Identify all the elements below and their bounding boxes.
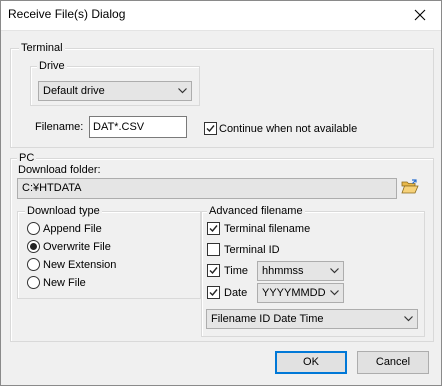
terminal-id-checkbox[interactable] bbox=[207, 243, 220, 256]
date-label: Date bbox=[224, 287, 248, 299]
terminal-filename-checkbox[interactable] bbox=[207, 222, 220, 235]
radio-append-file[interactable] bbox=[27, 222, 40, 235]
drive-group-label: Drive bbox=[37, 60, 67, 72]
terminal-group-label: Terminal bbox=[19, 42, 65, 54]
close-button[interactable] bbox=[398, 0, 442, 30]
close-icon bbox=[414, 9, 426, 21]
continue-label: Continue when not available bbox=[219, 123, 358, 135]
filename-label: Filename: bbox=[35, 121, 84, 133]
date-format-select[interactable]: YYYYMMDD bbox=[257, 283, 344, 303]
pc-group-label: PC bbox=[17, 152, 37, 164]
cancel-button[interactable]: Cancel bbox=[357, 351, 429, 374]
time-checkbox[interactable] bbox=[207, 264, 220, 277]
title-bar: Receive File(s) Dialog bbox=[0, 0, 442, 31]
checkmark-icon bbox=[206, 125, 215, 133]
advanced-filename-label: Advanced filename bbox=[207, 205, 305, 217]
radio-new-extension-label: New Extension bbox=[43, 259, 117, 271]
ok-button[interactable]: OK bbox=[275, 351, 347, 374]
continue-checkbox[interactable] bbox=[204, 122, 217, 135]
drive-select[interactable]: Default drive bbox=[38, 81, 192, 101]
time-label: Time bbox=[224, 265, 249, 277]
radio-new-file-label: New File bbox=[43, 277, 86, 289]
time-format-value: hhmmss bbox=[262, 265, 304, 277]
radio-overwrite-file[interactable] bbox=[27, 240, 40, 253]
terminal-filename-label: Terminal filename bbox=[224, 223, 311, 235]
checkmark-icon bbox=[209, 289, 218, 297]
radio-overwrite-file-label: Overwrite File bbox=[43, 241, 111, 253]
radio-new-extension[interactable] bbox=[27, 258, 40, 271]
radio-selected-dot bbox=[30, 243, 37, 250]
filename-order-select[interactable]: Filename ID Date Time bbox=[206, 309, 418, 329]
download-folder-value: C:¥HTDATA bbox=[22, 182, 82, 194]
chevron-down-icon bbox=[404, 316, 413, 322]
browse-folder-button[interactable] bbox=[401, 179, 421, 199]
download-folder-input[interactable]: C:¥HTDATA bbox=[17, 178, 397, 199]
checkmark-icon bbox=[209, 267, 218, 275]
checkmark-icon bbox=[209, 225, 218, 233]
radio-append-file-label: Append File bbox=[43, 223, 102, 235]
terminal-id-label: Terminal ID bbox=[224, 244, 280, 256]
chevron-down-icon bbox=[330, 290, 339, 296]
download-type-label: Download type bbox=[25, 205, 102, 217]
open-folder-icon bbox=[401, 179, 419, 194]
filename-input-value: DAT*.CSV bbox=[93, 121, 145, 133]
time-format-select[interactable]: hhmmss bbox=[257, 261, 344, 281]
filename-order-value: Filename ID Date Time bbox=[211, 313, 324, 325]
filename-input[interactable]: DAT*.CSV bbox=[89, 116, 187, 138]
chevron-down-icon bbox=[178, 88, 187, 94]
radio-new-file[interactable] bbox=[27, 276, 40, 289]
date-checkbox[interactable] bbox=[207, 286, 220, 299]
download-folder-label: Download folder: bbox=[18, 164, 101, 176]
drive-select-value: Default drive bbox=[43, 85, 105, 97]
chevron-down-icon bbox=[330, 268, 339, 274]
date-format-value: YYYYMMDD bbox=[262, 287, 326, 299]
window-title: Receive File(s) Dialog bbox=[8, 7, 126, 21]
